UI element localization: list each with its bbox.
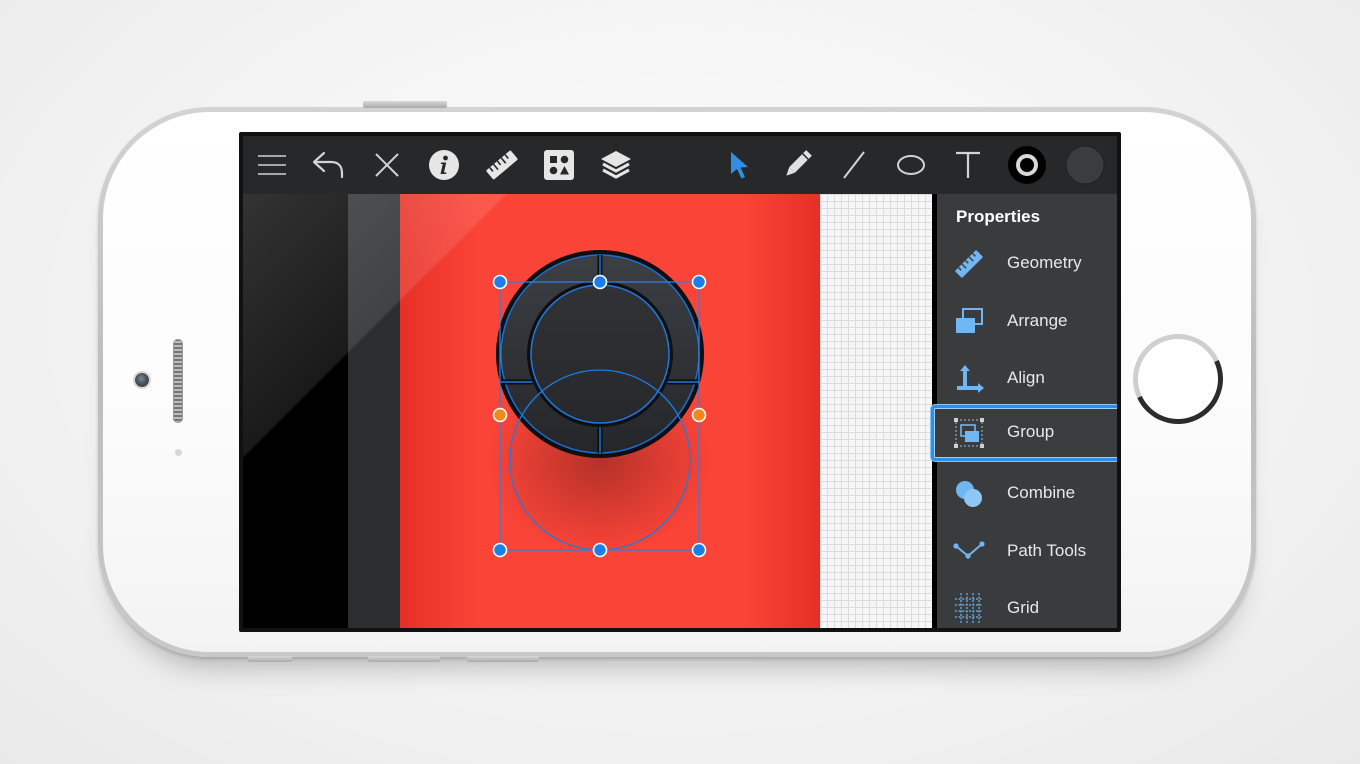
properties-item-label: Align: [1007, 368, 1045, 387]
properties-item-grid[interactable]: Grid: [937, 585, 1117, 628]
handle-top-left[interactable]: [492, 274, 508, 290]
ellipse-icon[interactable]: [894, 148, 928, 182]
phone-screen: Properties Geometry Arrange Align Group …: [239, 132, 1121, 632]
panel-title: Properties: [956, 207, 1041, 226]
ruler-icon: [953, 248, 985, 280]
volume-down-button: [467, 656, 539, 662]
properties-item-label: Geometry: [1007, 253, 1082, 272]
power-button: [363, 101, 447, 108]
fill-color-well[interactable]: [1065, 145, 1105, 185]
properties-item-group[interactable]: Group: [931, 405, 1117, 461]
combine-icon: [953, 478, 985, 510]
handle-right[interactable]: [691, 407, 707, 423]
canvas-area[interactable]: Properties Geometry Arrange Align Group …: [243, 194, 1117, 628]
properties-item-path-tools[interactable]: Path Tools: [937, 528, 1117, 576]
handle-bottom[interactable]: [592, 542, 608, 558]
properties-item-arrange[interactable]: Arrange: [937, 298, 1117, 346]
knob-drawing[interactable]: [243, 194, 937, 628]
volume-up-button: [368, 656, 440, 662]
knob-cap[interactable]: [530, 284, 670, 424]
layers-icon[interactable]: [599, 148, 633, 182]
toolbar: [243, 136, 1117, 194]
app-window: Properties Geometry Arrange Align Group …: [243, 136, 1117, 628]
properties-item-geometry[interactable]: Geometry: [937, 240, 1117, 288]
handle-top-right[interactable]: [691, 274, 707, 290]
group-icon: [953, 417, 985, 449]
handle-bottom-left[interactable]: [492, 542, 508, 558]
undo-icon[interactable]: [311, 148, 345, 182]
handle-left[interactable]: [492, 407, 508, 423]
properties-item-label: Combine: [1007, 483, 1076, 502]
select-arrow-icon[interactable]: [723, 148, 757, 182]
ruler-icon[interactable]: [485, 148, 519, 182]
shapes-library-icon[interactable]: [542, 148, 576, 182]
handle-bottom-right[interactable]: [691, 542, 707, 558]
info-icon[interactable]: [427, 148, 461, 182]
arrange-icon: [953, 306, 985, 338]
stroke-color-well[interactable]: [1007, 145, 1047, 185]
properties-item-align[interactable]: Align: [937, 355, 1117, 403]
properties-item-label: Arrange: [1007, 311, 1068, 330]
handle-top[interactable]: [592, 274, 608, 290]
properties-item-label: Group: [1007, 422, 1055, 441]
grid-icon: [953, 593, 985, 625]
properties-item-combine[interactable]: Combine: [937, 470, 1117, 518]
proximity-sensor: [175, 449, 182, 456]
properties-item-label: Grid: [1007, 598, 1040, 617]
line-icon[interactable]: [837, 148, 871, 182]
pencil-icon[interactable]: [780, 148, 814, 182]
menu-icon[interactable]: [255, 148, 289, 182]
path-tools-icon: [953, 536, 985, 568]
align-icon: [953, 363, 985, 395]
properties-item-label: Path Tools: [1007, 541, 1087, 560]
earpiece-speaker: [173, 339, 183, 423]
properties-panel: Properties Geometry Arrange Align Group …: [931, 194, 1117, 628]
text-icon[interactable]: [951, 148, 985, 182]
front-camera: [135, 373, 149, 387]
mute-switch: [248, 656, 292, 662]
close-icon[interactable]: [370, 148, 404, 182]
